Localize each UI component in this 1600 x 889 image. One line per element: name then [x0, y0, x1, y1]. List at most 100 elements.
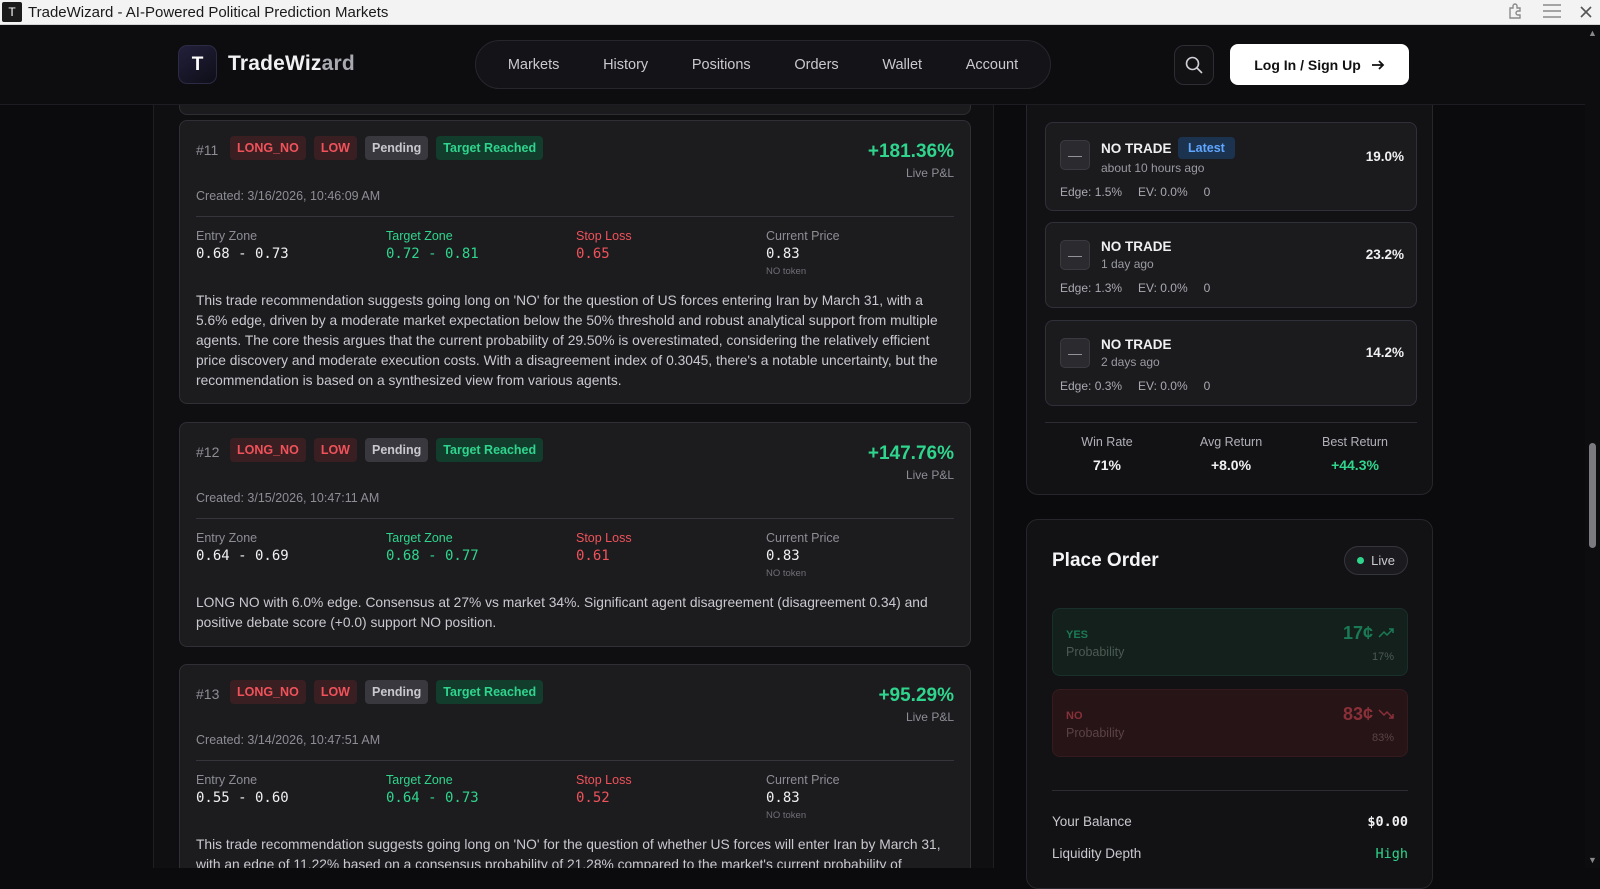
- history-item[interactable]: — NO TRADE 1 day ago 23.2% Edge: 1.3% EV…: [1045, 222, 1417, 308]
- recommendation-card[interactable]: #12 LONG_NO LOW Pending Target Reached +…: [179, 422, 971, 647]
- confidence-badge: LOW: [313, 438, 357, 462]
- latest-badge: Latest: [1178, 137, 1235, 159]
- history-stats: Win Rate 71% Avg Return +8.0% Best Return +…: [1045, 435, 1417, 473]
- balance-row: Your Balance $0.00: [1052, 814, 1408, 830]
- stat-value: 71%: [1092, 457, 1122, 473]
- minus-icon: —: [1060, 140, 1090, 170]
- brand-name[interactable]: TradeWizard: [228, 52, 355, 76]
- close-icon[interactable]: [1580, 5, 1592, 23]
- recommendation-number: #13: [196, 686, 220, 702]
- outcome-probability-label: Probability: [1066, 726, 1125, 740]
- nav-orders[interactable]: Orders: [786, 51, 846, 79]
- menu-icon[interactable]: [1542, 3, 1562, 24]
- created-timestamp: Created: 3/14/2026, 10:47:51 AM: [196, 733, 381, 747]
- search-button[interactable]: [1174, 45, 1214, 85]
- recommendation-number: #11: [196, 142, 219, 158]
- page-scrollbar[interactable]: ▲ ▼: [1585, 25, 1600, 868]
- current-price-value: 0.83: [766, 246, 800, 262]
- stat-value: +8.0%: [1210, 457, 1252, 473]
- current-price-label: Current Price: [766, 531, 840, 545]
- entry-zone-value: 0.55 - 0.60: [196, 790, 289, 806]
- balance-label: Your Balance: [1052, 814, 1132, 829]
- target-zone-label: Target Zone: [386, 773, 453, 787]
- yes-outcome-button[interactable]: YES Probability 17¢ 17%: [1052, 608, 1408, 676]
- entry-zone-value: 0.68 - 0.73: [196, 246, 289, 262]
- history-item[interactable]: — NO TRADE 2 days ago 14.2% Edge: 0.3% E…: [1045, 320, 1417, 406]
- token-label: NO token: [766, 810, 807, 821]
- minus-icon: —: [1060, 240, 1090, 270]
- target-zone-value: 0.68 - 0.77: [386, 548, 479, 564]
- search-icon: [1185, 56, 1203, 74]
- history-edge: Edge: 0.3%: [1060, 379, 1123, 393]
- outcome-price: 17¢: [1342, 623, 1373, 643]
- token-label: NO token: [766, 266, 807, 277]
- current-price-label: Current Price: [766, 773, 840, 787]
- recommendation-card-previous: [179, 105, 971, 115]
- history-count: 0: [1203, 281, 1211, 295]
- liquidity-label: Liquidity Depth: [1052, 846, 1142, 861]
- nav-markets[interactable]: Markets: [500, 51, 568, 79]
- stop-loss-value: 0.65: [576, 246, 610, 262]
- history-recommendation: NO TRADE: [1101, 239, 1172, 254]
- nav-wallet[interactable]: Wallet: [874, 51, 930, 79]
- direction-badge: LONG_NO: [230, 680, 306, 704]
- history-edge: Edge: 1.5%: [1060, 185, 1123, 199]
- stat-label: Avg Return: [1199, 435, 1263, 449]
- liquidity-row: Liquidity Depth High: [1052, 846, 1408, 862]
- history-item[interactable]: — NO TRADE Latest about 10 hours ago 19.…: [1045, 122, 1417, 211]
- outcome-name: YES: [1066, 629, 1089, 641]
- current-price-value: 0.83: [766, 548, 800, 564]
- nav-history[interactable]: History: [595, 51, 656, 79]
- target-zone-value: 0.72 - 0.81: [386, 246, 479, 262]
- nav-account[interactable]: Account: [958, 51, 1026, 79]
- history-count: 0: [1203, 379, 1211, 393]
- history-recommendation: NO TRADE: [1101, 337, 1172, 352]
- logo[interactable]: T: [178, 45, 217, 84]
- place-order-title: Place Order: [1052, 550, 1159, 571]
- scrollbar-thumb[interactable]: [1589, 443, 1596, 548]
- recommendation-card[interactable]: #11 LONG_NO LOW Pending Target Reached +…: [179, 120, 971, 404]
- nav-positions[interactable]: Positions: [684, 51, 759, 79]
- place-order-panel: Place Order Live YES Probability 17¢ 17%…: [1026, 519, 1433, 889]
- recommendations-list: #11 LONG_NO LOW Pending Target Reached +…: [153, 105, 994, 868]
- brand-name-prefix: TradeWiz: [228, 52, 322, 75]
- live-pnl-label: Live P&L: [905, 166, 954, 180]
- stat-win-rate: Win Rate 71%: [1045, 435, 1169, 473]
- history-probability: 19.0%: [1365, 149, 1404, 164]
- status-badge: Pending: [364, 438, 429, 462]
- no-outcome-button[interactable]: NO Probability 83¢ 83%: [1052, 689, 1408, 757]
- outcome-name: NO: [1066, 710, 1083, 722]
- live-pnl-value: +147.76%: [867, 443, 954, 464]
- stop-loss-label: Stop Loss: [576, 229, 632, 243]
- brand-name-suffix: ard: [321, 52, 355, 75]
- stop-loss-label: Stop Loss: [576, 531, 632, 545]
- stop-loss-label: Stop Loss: [576, 773, 632, 787]
- scroll-down-icon[interactable]: ▼: [1588, 855, 1597, 865]
- scroll-up-icon[interactable]: ▲: [1588, 28, 1597, 38]
- window-title: TradeWizard - AI-Powered Political Predi…: [28, 3, 389, 21]
- recommendation-card[interactable]: #13 LONG_NO LOW Pending Target Reached +…: [179, 664, 971, 868]
- status-badge: Pending: [364, 136, 429, 160]
- stat-best-return: Best Return +44.3%: [1293, 435, 1417, 473]
- history-probability: 23.2%: [1365, 247, 1404, 262]
- outcome-badge: Target Reached: [436, 136, 544, 160]
- live-pnl-label: Live P&L: [905, 710, 954, 724]
- live-label: Live: [1371, 553, 1395, 568]
- extensions-icon[interactable]: [1506, 2, 1524, 25]
- live-pnl-label: Live P&L: [905, 468, 954, 482]
- outcome-percentage: 17%: [1371, 651, 1394, 663]
- token-label: NO token: [766, 568, 807, 579]
- current-price-value: 0.83: [766, 790, 800, 806]
- trend-up-icon: [1378, 626, 1394, 642]
- entry-zone-label: Entry Zone: [196, 229, 258, 243]
- outcome-percentage: 83%: [1371, 732, 1394, 744]
- target-zone-label: Target Zone: [386, 229, 453, 243]
- login-signup-button[interactable]: Log In / Sign Up: [1230, 44, 1409, 85]
- liquidity-value: High: [1375, 846, 1408, 862]
- main-nav: Markets History Positions Orders Wallet …: [475, 40, 1051, 89]
- history-ev: EV: 0.0%: [1138, 185, 1188, 199]
- stat-avg-return: Avg Return +8.0%: [1169, 435, 1293, 473]
- created-timestamp: Created: 3/16/2026, 10:46:09 AM: [196, 189, 381, 203]
- outcome-probability-label: Probability: [1066, 645, 1125, 659]
- stat-label: Best Return: [1321, 435, 1388, 449]
